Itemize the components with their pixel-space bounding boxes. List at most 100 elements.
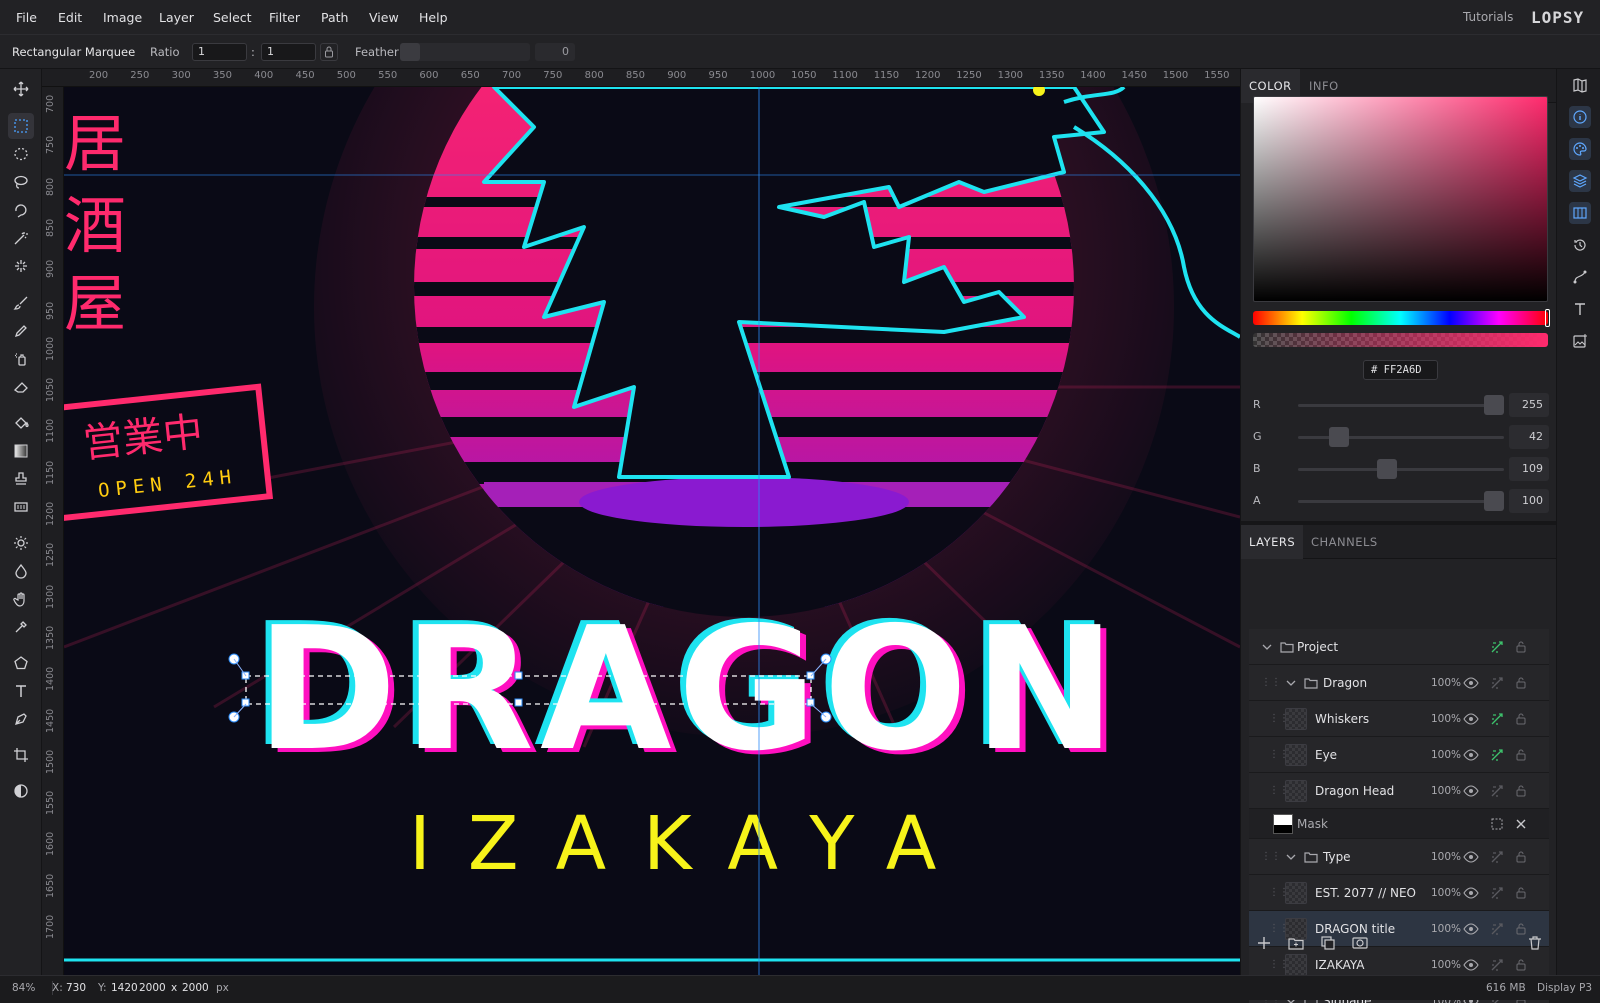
eye-icon[interactable]	[1463, 675, 1479, 691]
layer-opacity[interactable]: 100%	[1431, 737, 1461, 773]
dodge-tool[interactable]	[8, 530, 34, 556]
burn-tool[interactable]	[8, 558, 34, 584]
eye-icon[interactable]	[1463, 747, 1479, 763]
fx-active-icon[interactable]	[1489, 639, 1505, 655]
eye-icon[interactable]	[1463, 711, 1479, 727]
close-icon[interactable]	[1513, 816, 1529, 832]
lock-icon[interactable]	[1513, 747, 1529, 763]
layer-row-dragon[interactable]: ⋮⋮ Dragon 100%	[1249, 665, 1549, 701]
hue-slider-handle[interactable]	[1545, 309, 1550, 327]
chevron-down-icon[interactable]	[1259, 639, 1275, 655]
drag-handle-icon[interactable]: ⋮⋮	[1269, 749, 1289, 761]
add-layer-icon[interactable]	[1255, 934, 1273, 952]
history-button[interactable]	[1569, 234, 1591, 256]
duplicate-icon[interactable]	[1319, 934, 1337, 952]
menu-select[interactable]: Select	[213, 0, 252, 35]
menu-view[interactable]: View	[369, 0, 399, 35]
drag-handle-icon[interactable]: ⋮⋮	[1269, 887, 1289, 899]
eye-icon[interactable]	[1463, 849, 1479, 865]
feather-slider-handle[interactable]	[400, 43, 420, 61]
drag-handle-icon[interactable]: ⋮⋮	[1261, 851, 1281, 863]
tab-channels[interactable]: CHANNELS	[1303, 525, 1386, 559]
drag-handle-icon[interactable]: ⋮⋮	[1269, 785, 1289, 797]
hand-tool[interactable]	[8, 586, 34, 612]
fx-icon[interactable]	[1489, 849, 1505, 865]
channel-a-track[interactable]	[1298, 500, 1504, 503]
pencil-tool[interactable]	[8, 318, 34, 344]
fill-tool[interactable]	[8, 410, 34, 436]
menu-help[interactable]: Help	[419, 0, 448, 35]
fx-active-icon[interactable]	[1489, 711, 1505, 727]
layer-row-mask[interactable]: Mask	[1249, 809, 1549, 839]
fx-icon[interactable]	[1489, 783, 1505, 799]
quick-selection-tool[interactable]	[8, 253, 34, 279]
channel-r-handle[interactable]	[1484, 395, 1504, 415]
layer-row-est-2077[interactable]: ⋮⋮ EST. 2077 // NEO 100%	[1249, 875, 1549, 911]
elliptical-marquee-tool[interactable]	[8, 141, 34, 167]
shape-tool[interactable]	[8, 650, 34, 676]
mask-select-icon[interactable]	[1489, 816, 1505, 832]
character-button[interactable]	[1569, 298, 1591, 320]
pen-tool[interactable]	[8, 706, 34, 732]
brush-tool[interactable]	[8, 290, 34, 316]
channel-a-handle[interactable]	[1484, 491, 1504, 511]
magic-wand-tool[interactable]	[8, 225, 34, 251]
lock-icon[interactable]	[1513, 885, 1529, 901]
tutorials-link[interactable]: Tutorials	[1463, 0, 1513, 35]
lock-icon[interactable]	[1513, 675, 1529, 691]
channel-r-value[interactable]: 255	[1509, 393, 1549, 417]
canvas[interactable]: 居 酒 屋 営業中 OPEN 24H DRAGON DRAGON DRAGON …	[64, 87, 1240, 975]
eraser-tool[interactable]	[8, 374, 34, 400]
channel-b-handle[interactable]	[1377, 459, 1397, 479]
add-mask-icon[interactable]	[1351, 934, 1369, 952]
menu-layer[interactable]: Layer	[159, 0, 194, 35]
alpha-slider[interactable]	[1253, 333, 1548, 347]
layer-opacity[interactable]: 100%	[1431, 839, 1461, 875]
layer-opacity[interactable]: 100%	[1431, 875, 1461, 911]
info-button[interactable]	[1569, 106, 1591, 128]
horizontal-ruler[interactable]: 200 250 300 350 400 450 500 550 600 650 700 750 800 8…	[42, 69, 1240, 87]
vertical-ruler[interactable]: 700 750 800 850 900 950 1000 1050 1100 1150 1200 12…	[42, 87, 64, 975]
stamp-tool[interactable]	[8, 466, 34, 492]
zoom-level[interactable]: 84%	[12, 976, 35, 1000]
gradient-tool[interactable]	[8, 438, 34, 464]
ratio-width-input[interactable]: 1	[192, 43, 247, 61]
menu-path[interactable]: Path	[321, 0, 348, 35]
menu-filter[interactable]: Filter	[269, 0, 300, 35]
lock-icon[interactable]	[1513, 849, 1529, 865]
crop-tool[interactable]	[8, 742, 34, 768]
chevron-down-icon[interactable]	[1283, 849, 1299, 865]
eye-icon[interactable]	[1463, 783, 1479, 799]
layer-opacity[interactable]: 100%	[1431, 701, 1461, 737]
spray-tool[interactable]	[8, 346, 34, 372]
layer-opacity[interactable]: 100%	[1431, 773, 1461, 809]
menu-edit[interactable]: Edit	[58, 0, 82, 35]
paths-button[interactable]	[1569, 266, 1591, 288]
new-group-icon[interactable]	[1287, 934, 1305, 952]
lock-icon[interactable]	[1513, 783, 1529, 799]
layer-row-dragon-head[interactable]: ⋮⋮ Dragon Head 100%	[1249, 773, 1549, 809]
image-button[interactable]	[1569, 330, 1591, 352]
ratio-lock-button[interactable]	[320, 43, 338, 61]
fx-icon[interactable]	[1489, 885, 1505, 901]
pattern-tool[interactable]	[8, 494, 34, 520]
layer-row-whiskers[interactable]: ⋮⋮ Whiskers 100%	[1249, 701, 1549, 737]
fx-icon[interactable]	[1489, 675, 1505, 691]
layer-opacity[interactable]: 100%	[1431, 665, 1461, 701]
drag-handle-icon[interactable]: ⋮⋮	[1261, 677, 1281, 689]
layer-row-eye[interactable]: ⋮⋮ Eye 100%	[1249, 737, 1549, 773]
color-picker-field[interactable]	[1253, 96, 1548, 302]
trash-icon[interactable]	[1526, 934, 1544, 952]
lock-icon[interactable]	[1513, 711, 1529, 727]
move-tool[interactable]	[8, 76, 34, 102]
channel-g-handle[interactable]	[1329, 427, 1349, 447]
menu-file[interactable]: File	[16, 0, 37, 35]
navigator-button[interactable]	[1569, 74, 1591, 96]
channel-b-value[interactable]: 109	[1509, 457, 1549, 481]
type-tool[interactable]	[8, 678, 34, 704]
chevron-down-icon[interactable]	[1283, 675, 1299, 691]
rectangular-marquee-tool[interactable]	[8, 113, 34, 139]
hex-input[interactable]: # FF2A6D	[1363, 360, 1438, 380]
eyedropper-tool[interactable]	[8, 614, 34, 640]
fx-active-icon[interactable]	[1489, 747, 1505, 763]
